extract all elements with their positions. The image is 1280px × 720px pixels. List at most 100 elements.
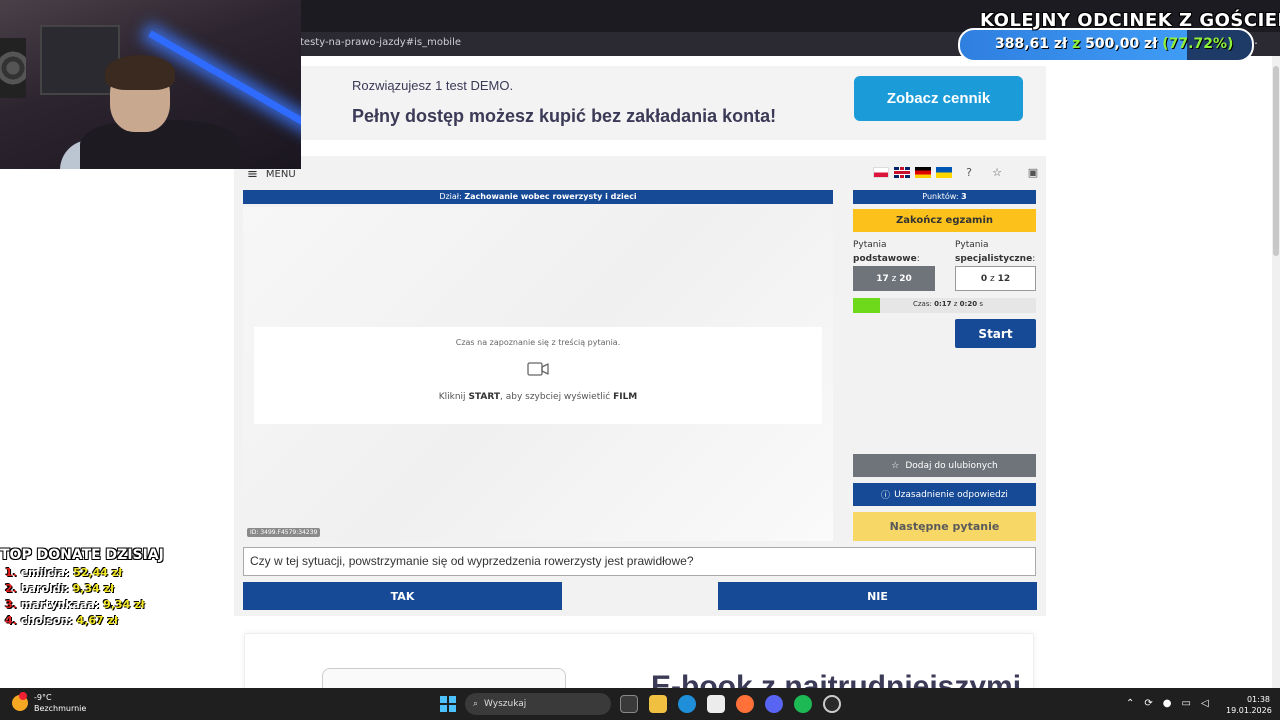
donor-name: baroldi: bbox=[20, 582, 69, 595]
speaker-shape bbox=[0, 38, 26, 98]
spec-total: 12 bbox=[997, 273, 1011, 284]
scrollbar-thumb[interactable] bbox=[1273, 66, 1279, 256]
store-icon[interactable] bbox=[707, 695, 725, 713]
timer-of: z bbox=[953, 300, 958, 308]
media-placeholder-card: Czas na zapoznanie się z treścią pytania… bbox=[254, 327, 822, 424]
timer-progress-fill bbox=[853, 298, 881, 313]
weather-temp: -9°C bbox=[34, 693, 52, 702]
windows-start-icon[interactable] bbox=[440, 696, 456, 712]
donor-row: 2. baroldi: 9,34 zł bbox=[5, 582, 164, 595]
question-circle-icon: ⓘ bbox=[881, 491, 891, 501]
english-flag-icon[interactable] bbox=[894, 167, 910, 178]
task-view-icon[interactable] bbox=[620, 695, 638, 713]
section-prefix: Dział: bbox=[439, 192, 462, 201]
donor-row: 3. martynkaaa: 9,34 zł bbox=[5, 598, 164, 611]
answer-yes-button[interactable]: TAK bbox=[243, 582, 562, 610]
taskbar-search[interactable]: ⌕ Wyszukaj bbox=[465, 693, 611, 715]
donor-rank: 2. bbox=[5, 582, 17, 595]
points-value: 3 bbox=[961, 192, 967, 201]
timer-label: Czas: bbox=[913, 300, 932, 308]
start-button[interactable]: Start bbox=[955, 319, 1036, 348]
timer-unit: s bbox=[979, 300, 983, 308]
donor-name: emilcia: bbox=[20, 566, 70, 579]
top-donate-list: TOP DONATE DZISIAJ 1. emilcia: 52,44 zł … bbox=[0, 547, 164, 627]
media-hint: Czas na zapoznanie się z treścią pytania… bbox=[455, 338, 621, 347]
media-cta: Kliknij START, aby szybciej wyświetlić F… bbox=[254, 392, 822, 402]
microphone-icon[interactable]: ● bbox=[1163, 698, 1172, 709]
video-camera-icon bbox=[527, 362, 549, 376]
network-icon[interactable]: ▭ bbox=[1182, 698, 1191, 709]
goal-sep: z bbox=[1072, 36, 1081, 52]
menu-label: MENU bbox=[265, 169, 296, 180]
goal-current: 388,61 zł bbox=[995, 36, 1068, 52]
add-to-favorites-button[interactable]: ☆ Dodaj do ulubionych bbox=[853, 454, 1036, 477]
url-text[interactable]: testy-na-prawo-jazdy#is_mobile bbox=[300, 37, 461, 48]
goal-target: 500,00 zł bbox=[1085, 36, 1158, 52]
answer-no-button[interactable]: NIE bbox=[718, 582, 1037, 610]
file-explorer-icon[interactable] bbox=[649, 695, 667, 713]
donor-rank: 4. bbox=[5, 614, 17, 627]
donor-amount: 4,67 zł bbox=[76, 614, 119, 627]
favorite-label: Dodaj do ulubionych bbox=[905, 460, 998, 471]
specialist-questions-label: Pytania specjalistyczne: bbox=[955, 240, 1036, 264]
system-clock[interactable]: 01:38 19.01.2026 bbox=[1226, 694, 1272, 716]
weather-desc: Bezchmurnie bbox=[34, 704, 87, 713]
ebook-promo-card: E-book z najtrudniejszymi bbox=[244, 633, 1034, 693]
page-scrollbar[interactable] bbox=[1272, 56, 1280, 688]
section-name: Zachowanie wobec rowerzysty i dzieci bbox=[464, 192, 637, 201]
basic-current: 17 bbox=[876, 273, 889, 284]
donor-row: 4. cholson: 4,67 zł bbox=[5, 614, 164, 627]
donor-amount: 9,34 zł bbox=[72, 582, 115, 595]
taskbar-search-label: Wyszukaj bbox=[484, 699, 527, 709]
donor-name: cholson: bbox=[20, 614, 73, 627]
ukrainian-flag-icon[interactable] bbox=[936, 167, 952, 178]
explanation-button[interactable]: ⓘ Uzasadnienie odpowiedzi bbox=[853, 483, 1036, 506]
help-icon[interactable]: ? bbox=[962, 166, 976, 179]
basic-questions-counter: 17 z 20 bbox=[853, 266, 935, 291]
explanation-label: Uzasadnienie odpowiedzi bbox=[894, 489, 1008, 500]
hamburger-icon: ≡ bbox=[247, 167, 258, 182]
german-flag-icon[interactable] bbox=[915, 167, 931, 178]
edge-icon[interactable] bbox=[678, 695, 696, 713]
sync-icon[interactable]: ⟳ bbox=[1144, 698, 1152, 709]
system-tray: ⌃ ⟳ ● ▭ ◁ bbox=[1126, 698, 1209, 709]
chevron-up-icon[interactable]: ⌃ bbox=[1126, 698, 1134, 709]
top-donate-title: TOP DONATE DZISIAJ bbox=[0, 547, 164, 563]
menu-button[interactable]: ≡ MENU bbox=[247, 167, 296, 182]
clock-date: 19.01.2026 bbox=[1226, 706, 1272, 715]
goal-percent: (77.72%) bbox=[1162, 36, 1234, 52]
points-prefix: Punktów: bbox=[922, 192, 959, 201]
clock-time: 01:38 bbox=[1246, 695, 1270, 704]
specialist-questions-counter: 0 z 12 bbox=[955, 266, 1036, 291]
firefox-icon[interactable] bbox=[736, 695, 754, 713]
timer-total: 0:20 bbox=[959, 300, 978, 308]
exam-tool-icons: ? ☆ ▣ bbox=[962, 166, 1040, 179]
basic-label-line2: podstawowe bbox=[853, 254, 917, 264]
save-icon[interactable]: ▣ bbox=[1026, 166, 1040, 179]
person-body bbox=[80, 120, 240, 169]
spotify-icon[interactable] bbox=[794, 695, 812, 713]
donation-goal-title: KOLEJNY ODCINEK Z GOŚCIEM bbox=[980, 10, 1280, 31]
next-question-button[interactable]: Następne pytanie bbox=[853, 512, 1036, 541]
basic-label-line1: Pytania bbox=[853, 240, 887, 250]
basic-of: z bbox=[891, 273, 897, 284]
weather-sun-icon bbox=[12, 692, 28, 711]
obs-icon[interactable] bbox=[823, 695, 841, 713]
favorite-star-icon[interactable]: ☆ bbox=[990, 166, 1004, 179]
polish-flag-icon[interactable] bbox=[873, 167, 889, 178]
donor-amount: 9,34 zł bbox=[103, 598, 145, 611]
discord-icon[interactable] bbox=[765, 695, 783, 713]
weather-widget[interactable]: -9°C Bezchmurnie bbox=[12, 692, 86, 714]
donor-rank: 3. bbox=[5, 598, 17, 611]
media-cta-text-2: , aby szybciej wyświetlić bbox=[500, 392, 611, 402]
star-icon: ☆ bbox=[891, 460, 900, 471]
language-flags bbox=[873, 167, 952, 178]
donor-name: martynkaaa: bbox=[20, 598, 100, 611]
spec-label-line2: specjalistyczne bbox=[955, 254, 1033, 264]
pricing-button[interactable]: Zobacz cennik bbox=[854, 76, 1023, 121]
basic-total: 20 bbox=[899, 273, 912, 284]
finish-exam-button[interactable]: Zakończ egzamin bbox=[853, 209, 1036, 232]
question-id-badge: ID: 3499.F4579:34239 bbox=[247, 528, 321, 537]
donation-goal-text: 388,61 zł z 500,00 zł (77.72%) bbox=[995, 36, 1233, 52]
volume-icon[interactable]: ◁ bbox=[1201, 698, 1209, 709]
